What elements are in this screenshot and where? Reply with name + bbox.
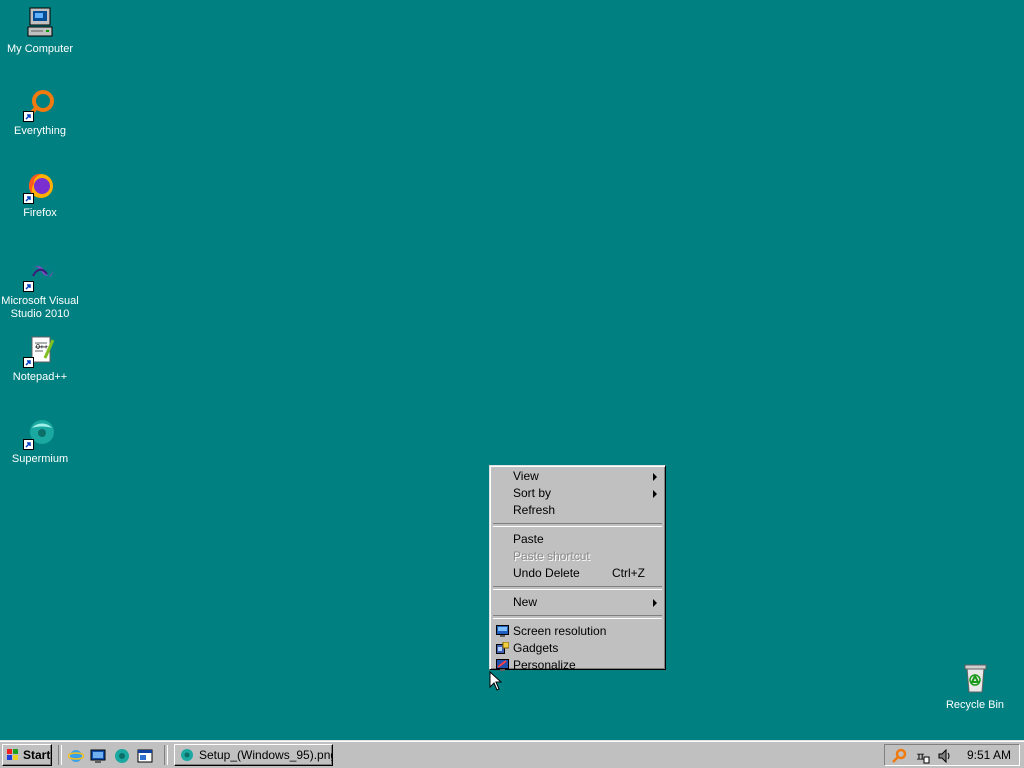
taskbar: Start Setup_(Windows_95).png... ㅍ 9:51 A…	[0, 740, 1024, 768]
keyboard-shortcut: Ctrl+Z	[612, 566, 645, 580]
start-button[interactable]: Start	[2, 744, 52, 766]
desktop-icon-label-line1: Microsoft Visual	[1, 295, 79, 307]
menu-item-label: Paste	[513, 532, 544, 546]
menu-item-label: Screen resolution	[513, 624, 607, 638]
windows-flag-icon	[7, 749, 18, 760]
desktop-icon-label: My Computer	[6, 43, 74, 55]
monitor-icon	[496, 625, 509, 637]
menu-item-new[interactable]: New	[492, 594, 663, 611]
desktop-icon-label: Supermium	[11, 453, 69, 465]
start-label: Start	[23, 748, 51, 762]
taskbar-button-setup-image[interactable]: Setup_(Windows_95).png...	[174, 744, 333, 766]
submenu-arrow-icon	[653, 490, 657, 498]
my-computer-icon	[23, 6, 57, 40]
desktop-icon-visual-studio[interactable]: Microsoft Visual Studio 2010	[0, 258, 80, 321]
desktop-icon-label: Firefox	[23, 207, 57, 219]
desktop-icon-label: Notepad++	[12, 371, 68, 383]
desktop-icon-label-line2: Studio 2010	[10, 308, 70, 320]
gadgets-icon	[496, 641, 510, 654]
desktop-icon-supermium[interactable]: Supermium	[0, 416, 80, 466]
supermium-icon[interactable]	[114, 748, 130, 764]
shortcut-arrow-icon	[23, 281, 34, 292]
system-tray: ㅍ 9:51 AM	[884, 744, 1020, 766]
shortcut-arrow-icon	[23, 439, 34, 450]
desktop-icon-my-computer[interactable]: My Computer	[0, 6, 80, 56]
ime-icon[interactable]: ㅍ	[914, 748, 930, 764]
taskbar-button-label: Setup_(Windows_95).png...	[199, 748, 333, 762]
everything-search-icon	[23, 88, 57, 122]
shortcut-arrow-icon	[23, 111, 34, 122]
desktop-icon-label: Everything	[14, 125, 66, 137]
search-icon[interactable]	[891, 748, 907, 764]
recycle-bin-icon	[958, 662, 992, 696]
shortcut-arrow-icon	[23, 357, 34, 368]
menu-item-paste-shortcut: Paste shortcut	[492, 548, 663, 565]
menu-item-label: Undo Delete	[513, 566, 580, 580]
firefox-icon	[23, 170, 57, 204]
menu-item-paste[interactable]: Paste	[492, 531, 663, 548]
submenu-arrow-icon	[653, 599, 657, 607]
personalize-icon	[496, 659, 509, 671]
desktop-icon-everything[interactable]: Everything	[0, 88, 80, 138]
menu-item-label: Personalize	[513, 658, 576, 672]
desktop-context-menu: View Sort by Refresh Paste Paste shortcu…	[489, 465, 666, 672]
shortcut-arrow-icon	[23, 193, 34, 204]
menu-item-view[interactable]: View	[492, 468, 663, 485]
menu-item-label: Sort by	[513, 486, 552, 500]
volume-icon[interactable]	[937, 748, 953, 764]
svg-text:0++: 0++	[36, 344, 48, 351]
menu-item-screen-resolution[interactable]: Screen resolution	[492, 623, 663, 640]
menu-separator	[493, 586, 662, 590]
menu-separator	[493, 523, 662, 527]
desktop-icon-label: Recycle Bin	[945, 699, 1005, 711]
menu-item-personalize[interactable]: Personalize	[492, 657, 663, 674]
menu-item-label: View	[513, 469, 539, 483]
desktop-icon-notepad-plus-plus[interactable]: 0++ Notepad++	[0, 334, 80, 384]
clock[interactable]: 9:51 AM	[967, 745, 1011, 765]
window-switch-icon[interactable]	[137, 748, 153, 764]
internet-explorer-icon[interactable]	[68, 748, 84, 764]
supermium-icon	[23, 416, 57, 450]
menu-item-label: New	[513, 595, 538, 609]
toolbar-separator	[58, 745, 62, 765]
menu-item-label: Gadgets	[513, 641, 559, 655]
submenu-arrow-icon	[653, 473, 657, 481]
menu-item-undo-delete[interactable]: Undo Delete Ctrl+Z	[492, 565, 663, 582]
menu-item-sort-by[interactable]: Sort by	[492, 485, 663, 502]
menu-item-gadgets[interactable]: Gadgets	[492, 640, 663, 657]
notepad-plus-plus-icon: 0++	[23, 334, 57, 368]
mouse-cursor-icon	[489, 671, 502, 691]
toolbar-separator	[164, 745, 168, 765]
desktop-icon-recycle-bin[interactable]: Recycle Bin	[935, 662, 1015, 712]
desktop-icon-firefox[interactable]: Firefox	[0, 170, 80, 220]
menu-item-label: Paste shortcut	[513, 549, 590, 563]
show-desktop-icon[interactable]	[90, 748, 106, 764]
supermium-icon	[181, 749, 193, 761]
visual-studio-icon	[23, 258, 57, 292]
menu-item-label: Refresh	[513, 503, 556, 517]
menu-separator	[493, 615, 662, 619]
menu-item-refresh[interactable]: Refresh	[492, 502, 663, 519]
